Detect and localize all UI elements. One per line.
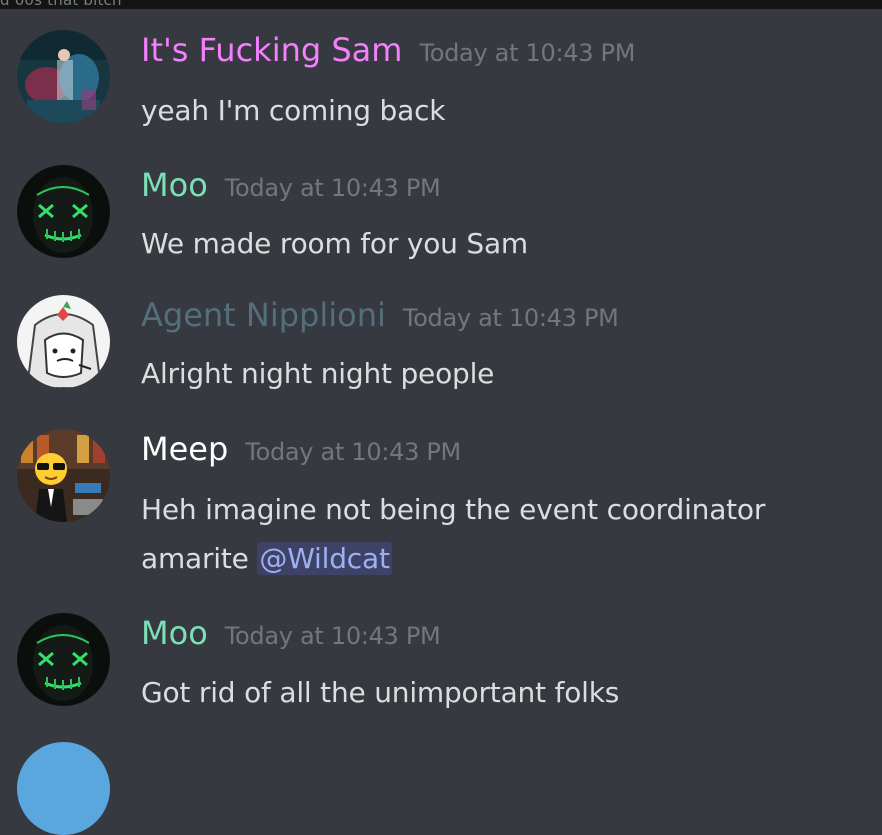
- message-text-line: amarite @Wildcat: [141, 534, 861, 583]
- message-content: We made room for you Sam: [141, 219, 861, 268]
- message-header: Moo Today at 10:43 PM: [141, 613, 441, 653]
- message-content: yeah I'm coming back: [141, 86, 861, 135]
- username[interactable]: Meep: [141, 429, 228, 469]
- message-content: Alright night night people: [141, 349, 861, 398]
- message-text: We made room for you Sam: [141, 227, 528, 260]
- username[interactable]: Moo: [141, 613, 208, 653]
- sunglasses-emoji-avatar-icon[interactable]: [17, 429, 110, 522]
- top-strip: d 00s that bitch: [0, 0, 882, 9]
- timestamp: Today at 10:43 PM: [224, 622, 441, 650]
- user-avatar-icon[interactable]: [17, 742, 110, 835]
- message-header: Meep Today at 10:43 PM: [141, 429, 461, 469]
- message-text: amarite: [141, 542, 258, 575]
- timestamp: Today at 10:43 PM: [402, 304, 619, 332]
- message-header: Agent Nipplioni Today at 10:43 PM: [141, 295, 619, 335]
- message-text: Got rid of all the unimportant folks: [141, 676, 620, 709]
- message-content: Heh imagine not being the event coordina…: [141, 485, 861, 583]
- sam-avatar-icon[interactable]: [17, 30, 110, 123]
- cartoon-avatar-icon[interactable]: [17, 295, 110, 388]
- top-strip-text: d 00s that bitch: [0, 0, 122, 9]
- timestamp: Today at 10:43 PM: [419, 39, 636, 67]
- glowing-mask-avatar-icon[interactable]: [17, 613, 110, 706]
- message-header: It's Fucking Sam Today at 10:43 PM: [141, 30, 635, 70]
- message-header: Moo Today at 10:43 PM: [141, 165, 441, 205]
- username[interactable]: Moo: [141, 165, 208, 205]
- username[interactable]: It's Fucking Sam: [141, 30, 402, 70]
- user-mention[interactable]: @Wildcat: [257, 542, 392, 575]
- timestamp: Today at 10:43 PM: [245, 438, 461, 466]
- message-content: Got rid of all the unimportant folks: [141, 668, 861, 717]
- username[interactable]: Agent Nipplioni: [141, 295, 386, 335]
- message-text: Alright night night people: [141, 357, 495, 390]
- message-text-line: Heh imagine not being the event coordina…: [141, 493, 766, 526]
- glowing-mask-avatar-icon[interactable]: [17, 165, 110, 258]
- message-text: yeah I'm coming back: [141, 94, 446, 127]
- timestamp: Today at 10:43 PM: [224, 174, 441, 202]
